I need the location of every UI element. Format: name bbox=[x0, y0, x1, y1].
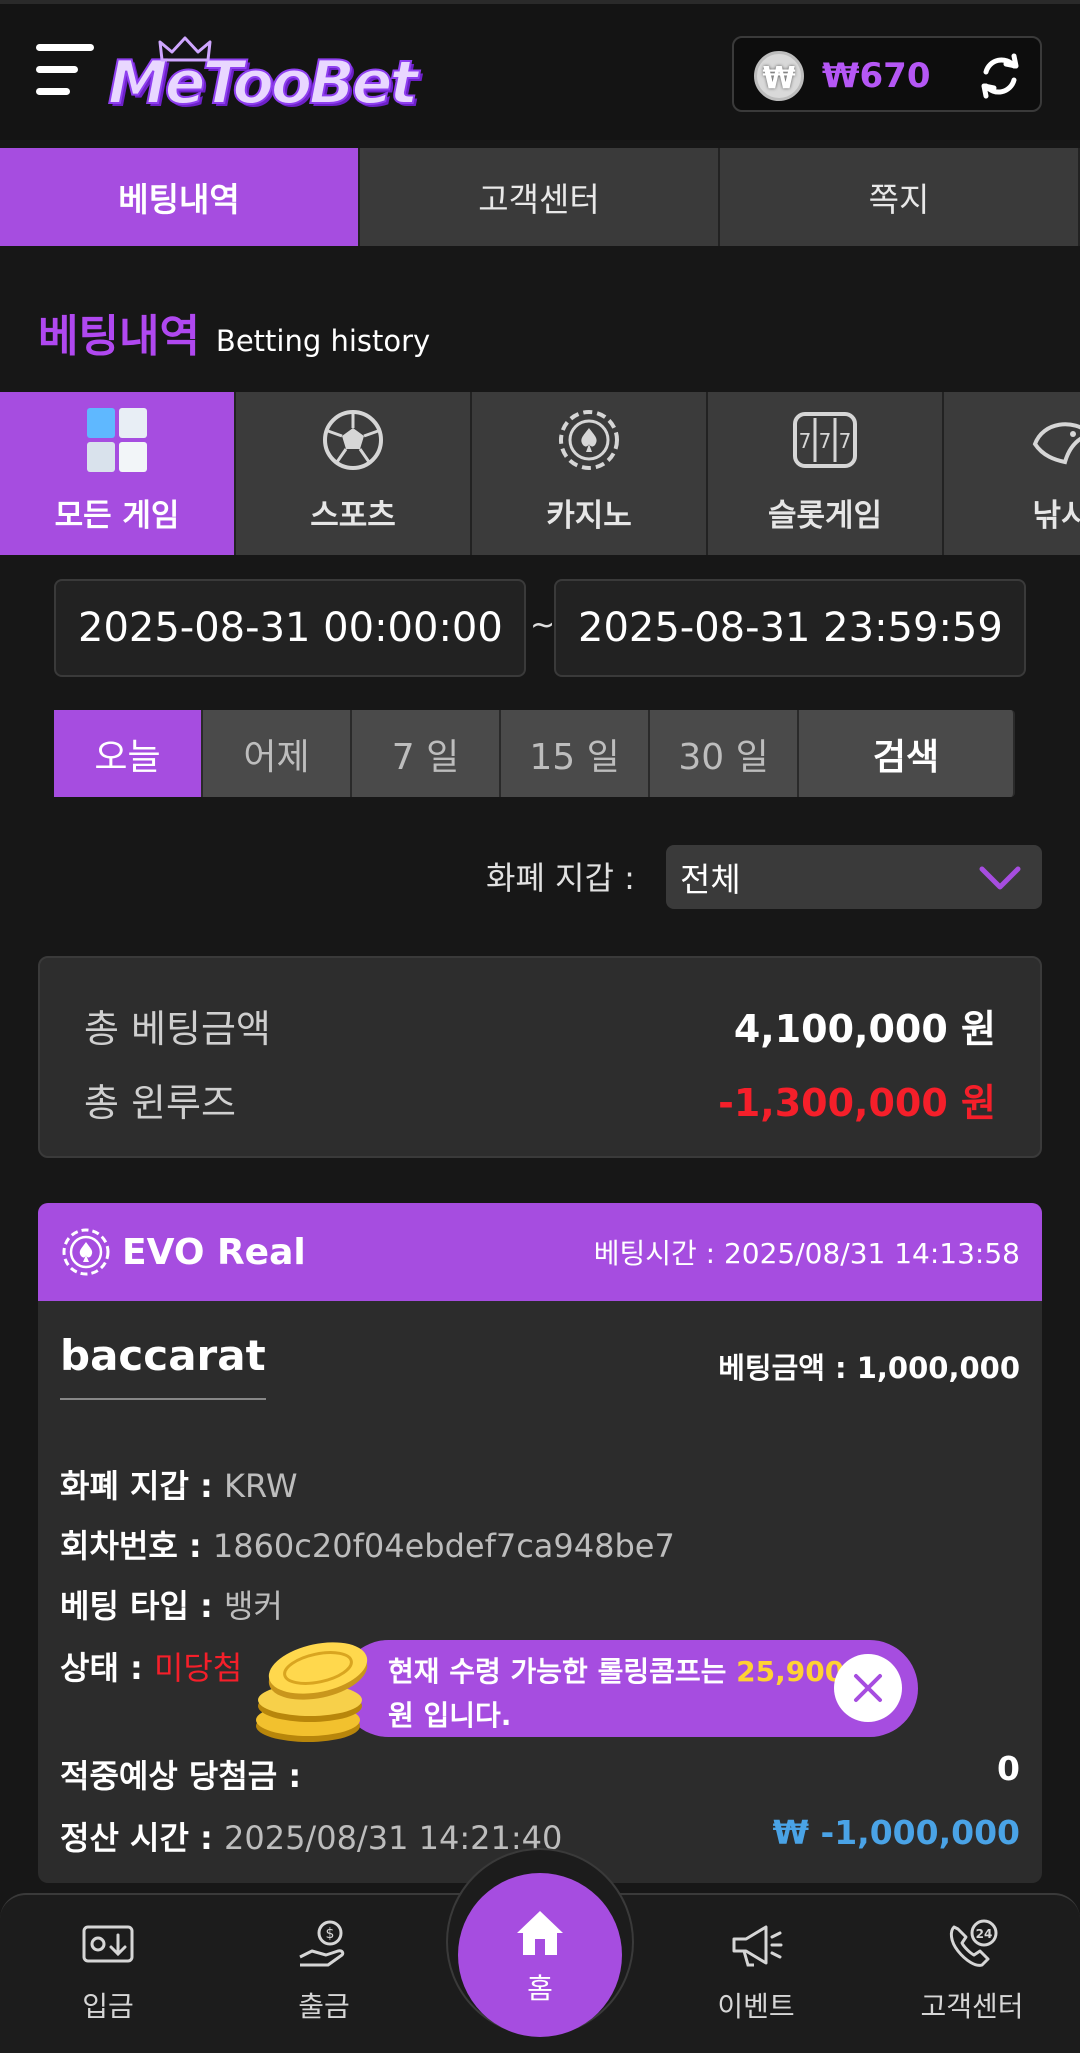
casino-chip-icon bbox=[559, 410, 619, 470]
total-bet-value: 4,100,000 원 bbox=[733, 1007, 996, 1051]
nav-support[interactable]: 24 고객센터 bbox=[902, 1917, 1042, 2025]
date-separator: ~ bbox=[530, 608, 556, 643]
won-coin-icon: ₩ bbox=[754, 51, 804, 101]
soccer-ball-icon bbox=[323, 410, 383, 470]
svg-text:7: 7 bbox=[799, 429, 812, 453]
category-all-games[interactable]: 모든 게임 bbox=[0, 392, 236, 555]
status-row: 상태 : 미당첨 bbox=[60, 1649, 243, 1687]
support-24-icon: 24 bbox=[949, 1919, 998, 1967]
game-name: baccarat bbox=[60, 1331, 266, 1400]
deposit-icon bbox=[82, 1925, 134, 1963]
bet-time: 베팅시간 : 2025/08/31 14:13:58 bbox=[593, 1237, 1020, 1270]
balance-box: ₩ ₩670 bbox=[732, 36, 1042, 112]
withdraw-icon: $ bbox=[299, 1920, 345, 1967]
nav-event[interactable]: 이벤트 bbox=[686, 1917, 826, 2025]
home-icon bbox=[517, 1911, 563, 1955]
svg-text:7: 7 bbox=[839, 429, 852, 453]
app-header: MeTooBet ₩ ₩670 bbox=[0, 0, 1080, 140]
close-icon bbox=[854, 1674, 882, 1702]
expected-win-value: 0 bbox=[997, 1749, 1020, 1788]
bet-amount: 베팅금액 : 1,000,000 bbox=[718, 1351, 1020, 1385]
expected-win-row: 적중예상 당첨금 : bbox=[60, 1757, 302, 1795]
start-date-input[interactable]: 2025-08-31 00:00:00 bbox=[54, 579, 526, 677]
category-casino[interactable]: 카지노 bbox=[472, 392, 708, 555]
quick-date-today[interactable]: 오늘 bbox=[54, 710, 203, 797]
tab-betting-history[interactable]: 베팅내역 bbox=[0, 148, 360, 246]
category-slots[interactable]: 7 7 7 슬롯게임 bbox=[708, 392, 944, 555]
total-bet-row: 총 베팅금액 4,100,000 원 bbox=[84, 998, 996, 1053]
quick-date-7days[interactable]: 7 일 bbox=[352, 710, 501, 797]
currency-filter-label: 화폐 지갑 : bbox=[486, 859, 635, 897]
close-button[interactable] bbox=[834, 1654, 902, 1722]
nav-deposit[interactable]: 입금 bbox=[38, 1917, 178, 2025]
page-title: 베팅내역 Betting history bbox=[38, 311, 431, 362]
megaphone-icon bbox=[732, 1925, 783, 1967]
summary-box: 총 베팅금액 4,100,000 원 총 윈루즈 -1,300,000 원 bbox=[38, 956, 1042, 1158]
menu-icon[interactable] bbox=[36, 44, 94, 100]
currency-row: 화폐 지갑 : KRW bbox=[60, 1467, 298, 1505]
bet-card-header: EVO Real 베팅시간 : 2025/08/31 14:13:58 bbox=[38, 1203, 1042, 1301]
nav-home[interactable]: 홈 bbox=[458, 1873, 622, 2037]
search-button[interactable]: 검색 bbox=[799, 710, 1015, 797]
rolling-comp-banner[interactable]: 현재 수령 가능한 롤링콤프는 25,900 원 입니다. bbox=[340, 1640, 918, 1737]
status-badge: 미당첨 bbox=[153, 1649, 243, 1687]
quick-date-30days[interactable]: 30 일 bbox=[650, 710, 799, 797]
top-tabs: 베팅내역 고객센터 쪽지 bbox=[0, 148, 1080, 246]
category-tabs: 모든 게임 스포츠 카지노 7 7 7 슬롯게임 낚시 bbox=[0, 392, 1080, 555]
tab-customer-center[interactable]: 고객센터 bbox=[360, 148, 720, 246]
quick-date-buttons: 오늘 어제 7 일 15 일 30 일 검색 bbox=[54, 710, 1015, 797]
currency-select[interactable]: 전체 bbox=[666, 845, 1042, 909]
refresh-icon[interactable] bbox=[976, 52, 1024, 100]
quick-date-15days[interactable]: 15 일 bbox=[501, 710, 650, 797]
bet-type-row: 베팅 타입 : 뱅커 bbox=[60, 1587, 283, 1625]
total-winloss-value: -1,300,000 원 bbox=[718, 1081, 996, 1125]
category-sports[interactable]: 스포츠 bbox=[236, 392, 472, 555]
category-fishing[interactable]: 낚시 bbox=[944, 392, 1080, 555]
gold-coins-icon bbox=[256, 1642, 368, 1742]
svg-text:24: 24 bbox=[976, 1927, 993, 1941]
provider-name: EVO Real bbox=[122, 1231, 306, 1273]
currency-select-value: 전체 bbox=[680, 860, 741, 899]
tab-messages[interactable]: 쪽지 bbox=[720, 148, 1080, 246]
casino-chip-icon bbox=[62, 1228, 110, 1276]
crown-icon bbox=[158, 36, 212, 62]
balance-value: ₩670 bbox=[822, 56, 931, 96]
rolling-amount: 25,900 bbox=[736, 1655, 845, 1688]
nav-withdraw[interactable]: $ 출금 bbox=[254, 1917, 394, 2025]
total-winloss-row: 총 윈루즈 -1,300,000 원 bbox=[84, 1072, 996, 1127]
quick-date-yesterday[interactable]: 어제 bbox=[203, 710, 352, 797]
chevron-down-icon bbox=[979, 866, 1021, 890]
svg-text:$: $ bbox=[326, 1926, 335, 1942]
svg-text:7: 7 bbox=[819, 429, 832, 453]
logo[interactable]: MeTooBet bbox=[107, 36, 419, 119]
end-date-input[interactable]: 2025-08-31 23:59:59 bbox=[554, 579, 1026, 677]
all-games-icon bbox=[87, 408, 147, 472]
bet-card: EVO Real 베팅시간 : 2025/08/31 14:13:58 bacc… bbox=[38, 1203, 1042, 1883]
round-row: 회차번호 : 1860c20f04ebdef7ca948be7 bbox=[60, 1527, 675, 1565]
fish-icon bbox=[1032, 422, 1080, 465]
settle-amount: ₩ -1,000,000 bbox=[772, 1813, 1020, 1852]
slot-777-icon: 7 7 7 bbox=[793, 412, 857, 468]
settle-time-row: 정산 시간 : 2025/08/31 14:21:40 bbox=[60, 1819, 563, 1857]
